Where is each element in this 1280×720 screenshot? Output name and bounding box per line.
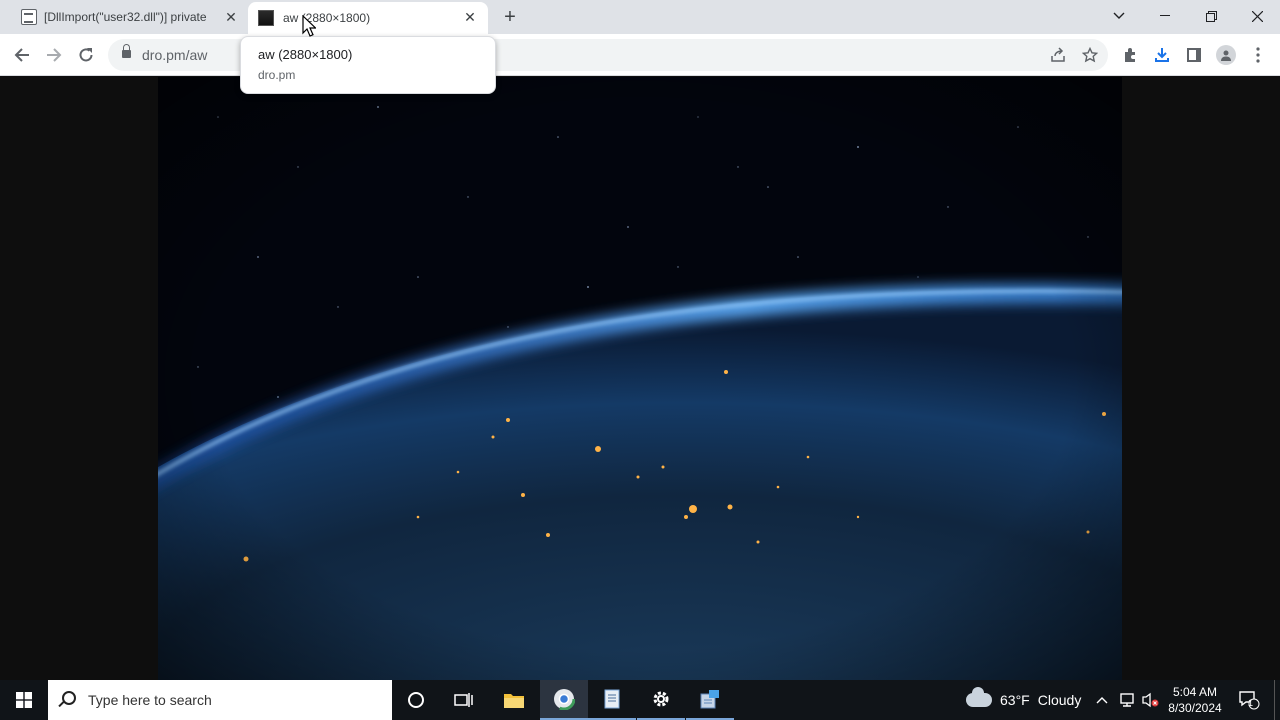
weather-condition: Cloudy — [1037, 692, 1082, 708]
document-favicon-icon — [21, 9, 37, 25]
system-tool-app-icon[interactable] — [686, 680, 734, 720]
taskbar-search-input[interactable]: Type here to search — [48, 680, 392, 720]
kebab-menu-icon[interactable] — [1244, 41, 1272, 69]
volume-muted-icon[interactable] — [1142, 680, 1160, 720]
tab-aw-image[interactable]: aw (2880×1800) ✕ — [248, 2, 488, 34]
reload-icon[interactable] — [72, 41, 100, 69]
star-icon[interactable] — [1076, 41, 1104, 69]
notification-center-icon[interactable]: 1 — [1234, 680, 1264, 720]
windows-taskbar: Type here to search 63°F Cloudy 5:04 AM … — [0, 680, 1280, 720]
tab-search-chevron-icon[interactable] — [1096, 0, 1142, 32]
cloud-icon — [966, 687, 992, 707]
browser-toolbar: dro.pm/aw — [0, 34, 1280, 76]
tab-dllimport[interactable]: [DllImport("user32.dll")] private ✕ — [8, 0, 246, 34]
tab-title: [DllImport("user32.dll")] private — [44, 10, 207, 24]
side-panel-icon[interactable] — [1180, 41, 1208, 69]
restore-button[interactable] — [1188, 0, 1234, 32]
gear-icon[interactable] — [637, 680, 685, 720]
tooltip-domain: dro.pm — [258, 68, 296, 82]
tooltip-title: aw (2880×1800) — [258, 47, 353, 62]
chevron-up-icon[interactable] — [1096, 680, 1108, 720]
minimize-button[interactable] — [1142, 0, 1188, 32]
close-window-button[interactable] — [1234, 0, 1280, 32]
tab-strip: [DllImport("user32.dll")] private ✕ aw (… — [0, 0, 1280, 34]
search-icon — [62, 691, 76, 705]
page-viewport — [0, 77, 1280, 680]
windows-start-icon[interactable] — [0, 680, 48, 720]
share-icon[interactable] — [1044, 41, 1072, 69]
lock-icon — [122, 44, 131, 59]
weather-widget[interactable]: 63°F Cloudy — [966, 680, 1081, 720]
download-icon[interactable] — [1148, 41, 1176, 69]
new-tab-button[interactable]: + — [498, 5, 522, 29]
search-placeholder: Type here to search — [88, 692, 212, 708]
system-clock[interactable]: 5:04 AM 8/30/2024 — [1164, 684, 1226, 716]
tab-hover-tooltip: aw (2880×1800) dro.pm — [240, 36, 496, 94]
arrow-right-icon[interactable] — [40, 41, 68, 69]
earth-from-space-image[interactable] — [158, 77, 1122, 680]
show-desktop-button[interactable] — [1274, 680, 1275, 720]
mouse-cursor-icon — [302, 14, 317, 42]
puzzle-icon[interactable] — [1116, 41, 1144, 69]
notepad-app-icon[interactable] — [588, 680, 636, 720]
close-tab-icon[interactable]: ✕ — [223, 9, 239, 25]
close-tab-icon[interactable]: ✕ — [462, 9, 478, 25]
clock-time: 5:04 AM — [1172, 685, 1218, 699]
weather-temperature: 63°F — [1000, 692, 1030, 708]
arrow-left-icon[interactable] — [8, 41, 36, 69]
notification-count: 1 — [1248, 698, 1254, 708]
cortana-icon[interactable] — [392, 680, 440, 720]
file-explorer-icon[interactable] — [490, 680, 538, 720]
task-view-icon[interactable] — [440, 680, 488, 720]
image-favicon-icon — [258, 10, 274, 26]
url-text[interactable]: dro.pm/aw — [142, 47, 207, 63]
chrome-icon[interactable] — [540, 680, 588, 720]
profile-icon[interactable] — [1212, 41, 1240, 69]
clock-date: 8/30/2024 — [1168, 701, 1222, 715]
network-icon[interactable] — [1118, 680, 1136, 720]
